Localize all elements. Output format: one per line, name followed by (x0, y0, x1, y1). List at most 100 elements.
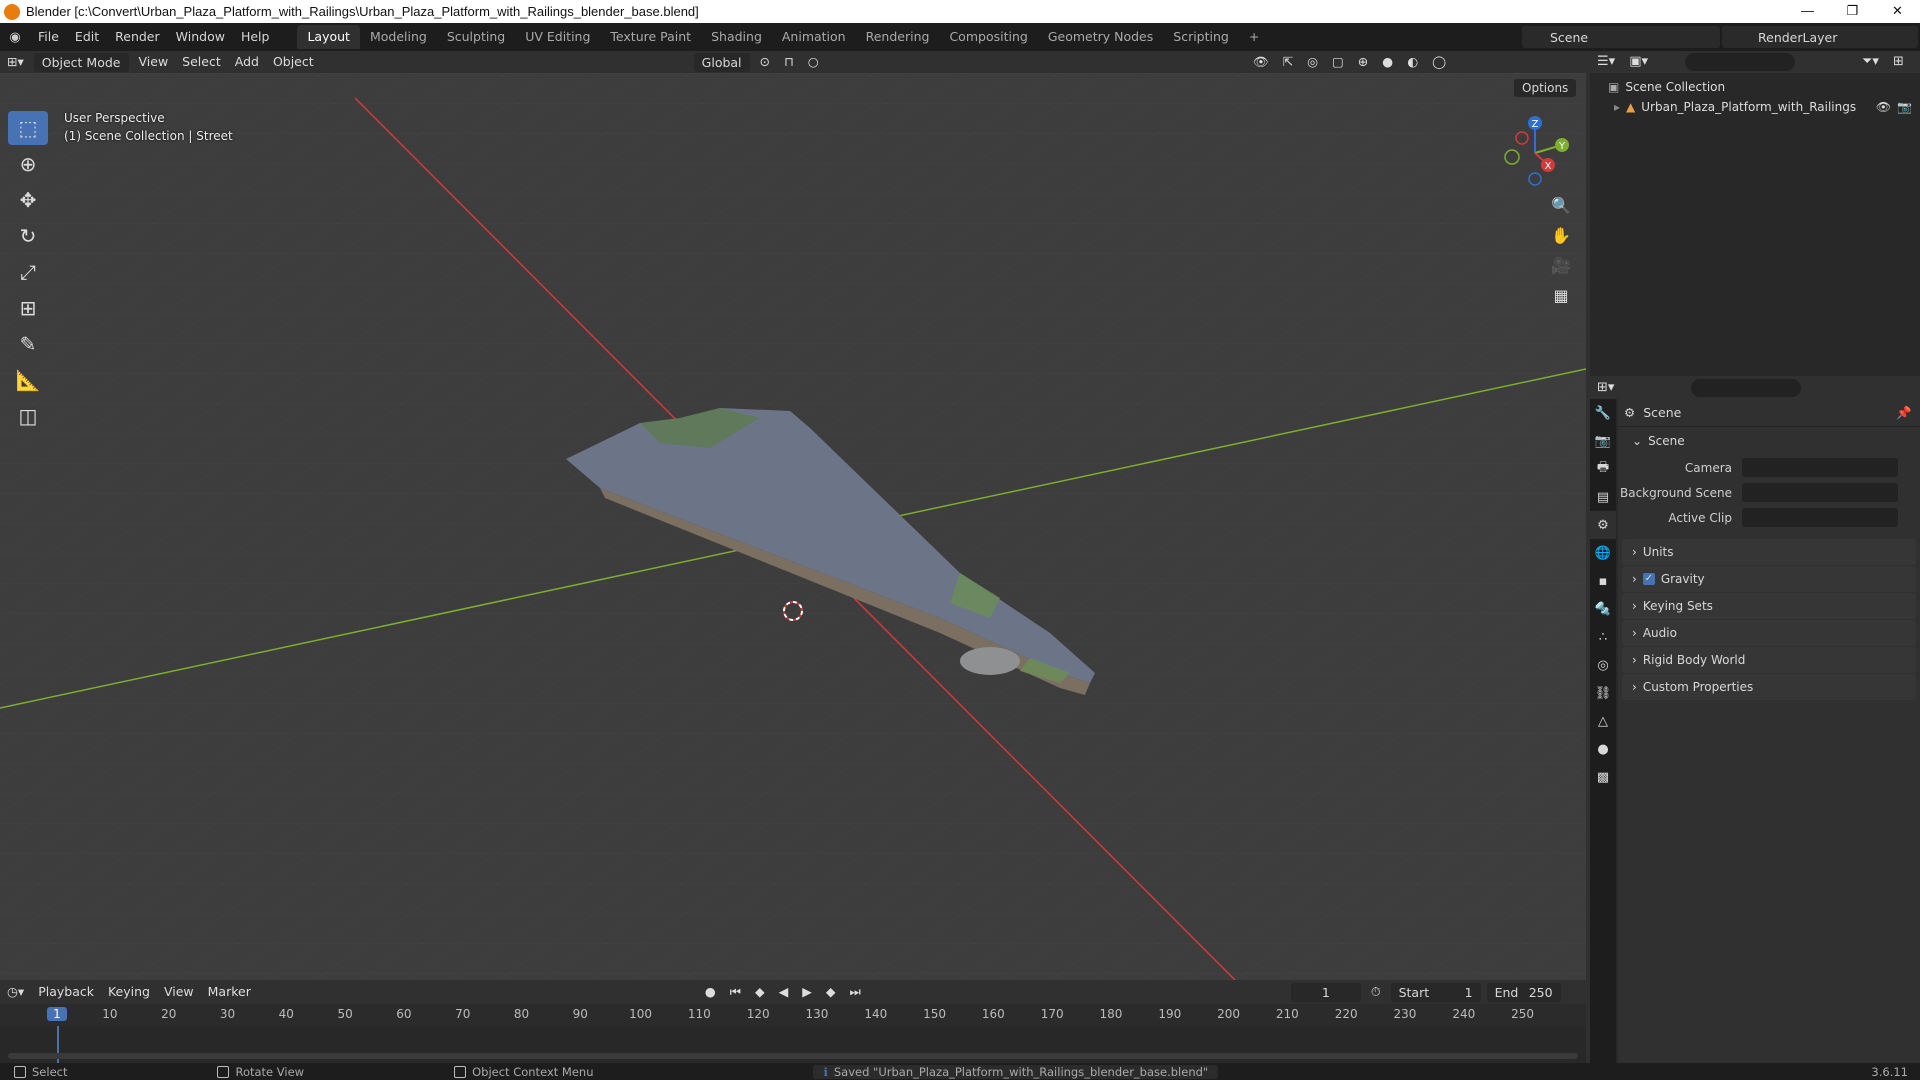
scene-selector[interactable]: Scene (1522, 26, 1720, 48)
options-dropdown[interactable]: Options (1514, 79, 1577, 97)
maximize-button[interactable]: ❐ (1830, 0, 1875, 23)
timeline-scrollbar[interactable] (8, 1053, 1578, 1059)
timeline-editor-icon[interactable]: ◷▾ (0, 981, 31, 1003)
rotate-tool-icon[interactable]: ↻ (8, 219, 48, 253)
audio-section[interactable]: › Audio (1622, 620, 1916, 646)
add-cube-tool-icon[interactable]: ◫ (8, 399, 48, 433)
zoom-icon[interactable]: 🔍 (1546, 190, 1576, 220)
menu-render[interactable]: Render (107, 23, 168, 51)
view-menu[interactable]: View (132, 51, 176, 73)
visibility-icon[interactable]: 👁 (1246, 51, 1276, 73)
select-menu[interactable]: Select (175, 51, 228, 73)
scale-tool-icon[interactable]: ⤢ (8, 255, 48, 289)
view-layer-tab-icon[interactable]: ▤ (1590, 483, 1616, 511)
add-menu[interactable]: Add (228, 51, 266, 73)
solid-shading-icon[interactable]: ● (1375, 51, 1400, 73)
proportional-edit-icon[interactable]: ○ (801, 51, 826, 73)
display-mode-icon[interactable]: ▣▾ (1622, 51, 1655, 73)
play-reverse-icon[interactable]: ◀ (772, 981, 796, 1003)
rigid-body-world-section[interactable]: › Rigid Body World (1622, 647, 1916, 673)
physics-tab-icon[interactable]: ◎ (1590, 651, 1616, 679)
render-tab-icon[interactable]: 📷 (1590, 427, 1616, 455)
pin-icon[interactable]: 📌 (1896, 405, 1912, 421)
camera-view-icon[interactable]: 🎥 (1546, 250, 1576, 280)
units-section[interactable]: › Units (1622, 539, 1916, 565)
blender-menu-icon[interactable]: ◉ (0, 30, 30, 45)
timeline-view-menu[interactable]: View (157, 981, 201, 1003)
filter-icon[interactable]: ⏷▾ (1855, 51, 1886, 73)
expand-arrow-icon[interactable]: ▸ (1614, 100, 1620, 114)
tab-shading[interactable]: Shading (701, 25, 772, 49)
current-frame-field[interactable]: 1 (1290, 982, 1361, 1002)
measure-tool-icon[interactable]: 📐 (8, 363, 48, 397)
tab-uv-editing[interactable]: UV Editing (515, 25, 600, 49)
scene-panel-header[interactable]: ⌄ Scene (1622, 428, 1916, 454)
navigation-gizmo[interactable]: Z Y X (1490, 113, 1580, 193)
prev-keyframe-icon[interactable]: ◆ (748, 981, 772, 1003)
new-collection-icon[interactable]: ⊞ (1886, 51, 1911, 73)
ortho-grid-icon[interactable]: ▦ (1546, 280, 1576, 310)
cursor-tool-icon[interactable]: ⊕ (8, 147, 48, 181)
object-tab-icon[interactable]: ▪ (1590, 567, 1616, 595)
object-mode-dropdown[interactable]: Object Mode (33, 52, 129, 72)
particles-tab-icon[interactable]: ∴ (1590, 623, 1616, 651)
playback-menu[interactable]: Playback (31, 981, 101, 1003)
custom-properties-section[interactable]: › Custom Properties (1622, 674, 1916, 700)
object-menu[interactable]: Object (266, 51, 321, 73)
minimize-button[interactable]: — (1785, 0, 1830, 23)
tool-tab-icon[interactable]: 🔧 (1590, 399, 1616, 427)
constraints-tab-icon[interactable]: ⛓ (1590, 679, 1616, 707)
properties-search-input[interactable] (1691, 379, 1802, 397)
play-icon[interactable]: ▶ (795, 981, 819, 1003)
tab-layout[interactable]: Layout (297, 25, 360, 49)
wireframe-shading-icon[interactable]: ⊕ (1351, 51, 1375, 73)
move-tool-icon[interactable]: ✥ (8, 183, 48, 217)
menu-file[interactable]: File (30, 23, 67, 51)
world-tab-icon[interactable]: 🌐 (1590, 539, 1616, 567)
jump-start-icon[interactable]: ⏮ (723, 981, 748, 1003)
outliner-editor-icon[interactable]: ☰▾ (1590, 51, 1622, 73)
render-layer-selector[interactable]: RenderLayer (1722, 26, 1918, 48)
stopwatch-icon[interactable]: ⏱ (1364, 981, 1388, 1003)
tab-modeling[interactable]: Modeling (360, 25, 437, 49)
eye-icon[interactable]: 👁 (1876, 100, 1891, 114)
pan-hand-icon[interactable]: ✋ (1546, 220, 1576, 250)
gizmo-toggle-icon[interactable]: ⇱ (1276, 51, 1300, 73)
tab-sculpting[interactable]: Sculpting (437, 25, 515, 49)
rendered-shading-icon[interactable]: ◯ (1425, 51, 1453, 73)
timeline-track[interactable] (0, 1026, 1586, 1063)
end-frame-field[interactable]: End 250 (1486, 982, 1561, 1002)
tab-animation[interactable]: Animation (772, 25, 856, 49)
background-scene-input[interactable] (1742, 483, 1898, 502)
tab-geometry-nodes[interactable]: Geometry Nodes (1038, 25, 1163, 49)
material-tab-icon[interactable]: ● (1590, 735, 1616, 763)
camera-render-icon[interactable]: 📷 (1897, 100, 1912, 114)
start-frame-field[interactable]: Start 1 (1390, 982, 1481, 1002)
transform-tool-icon[interactable]: ⊞ (8, 291, 48, 325)
data-tab-icon[interactable]: △ (1590, 707, 1616, 735)
properties-editor-icon[interactable]: ⊞▾ (1590, 377, 1621, 399)
outliner-item-plaza[interactable]: ▸ ▲ Urban_Plaza_Platform_with_Railings 👁… (1590, 97, 1920, 117)
overlay-toggle-icon[interactable]: ◎ (1300, 51, 1325, 73)
keying-sets-section[interactable]: › Keying Sets (1622, 593, 1916, 619)
annotate-tool-icon[interactable]: ✎ (8, 327, 48, 361)
outliner-search-input[interactable] (1685, 53, 1795, 71)
gravity-checkbox[interactable]: ✓ (1642, 573, 1655, 585)
xray-icon[interactable]: ▢ (1325, 51, 1351, 73)
timeline-ruler[interactable]: 1 10 20 30 40 50 60 70 80 90 100 110 120 130 140 150 160… (0, 1004, 1586, 1026)
tab-texture-paint[interactable]: Texture Paint (600, 25, 701, 49)
texture-tab-icon[interactable]: ▩ (1590, 763, 1616, 791)
menu-window[interactable]: Window (168, 23, 233, 51)
gravity-section[interactable]: › ✓ Gravity (1622, 566, 1916, 592)
menu-edit[interactable]: Edit (67, 23, 107, 51)
tab-compositing[interactable]: Compositing (939, 25, 1037, 49)
snap-icon[interactable]: ⊓ (777, 51, 801, 73)
transform-orientation-dropdown[interactable]: Global (693, 52, 750, 72)
modifier-tab-icon[interactable]: 🔩 (1590, 595, 1616, 623)
menu-help[interactable]: Help (233, 23, 278, 51)
material-shading-icon[interactable]: ◐ (1400, 51, 1425, 73)
select-box-tool-icon[interactable]: ⬚ (8, 111, 48, 145)
record-icon[interactable]: ● (698, 981, 723, 1003)
outliner-scene-collection[interactable]: ▣ Scene Collection (1590, 77, 1920, 97)
next-keyframe-icon[interactable]: ◆ (819, 981, 843, 1003)
